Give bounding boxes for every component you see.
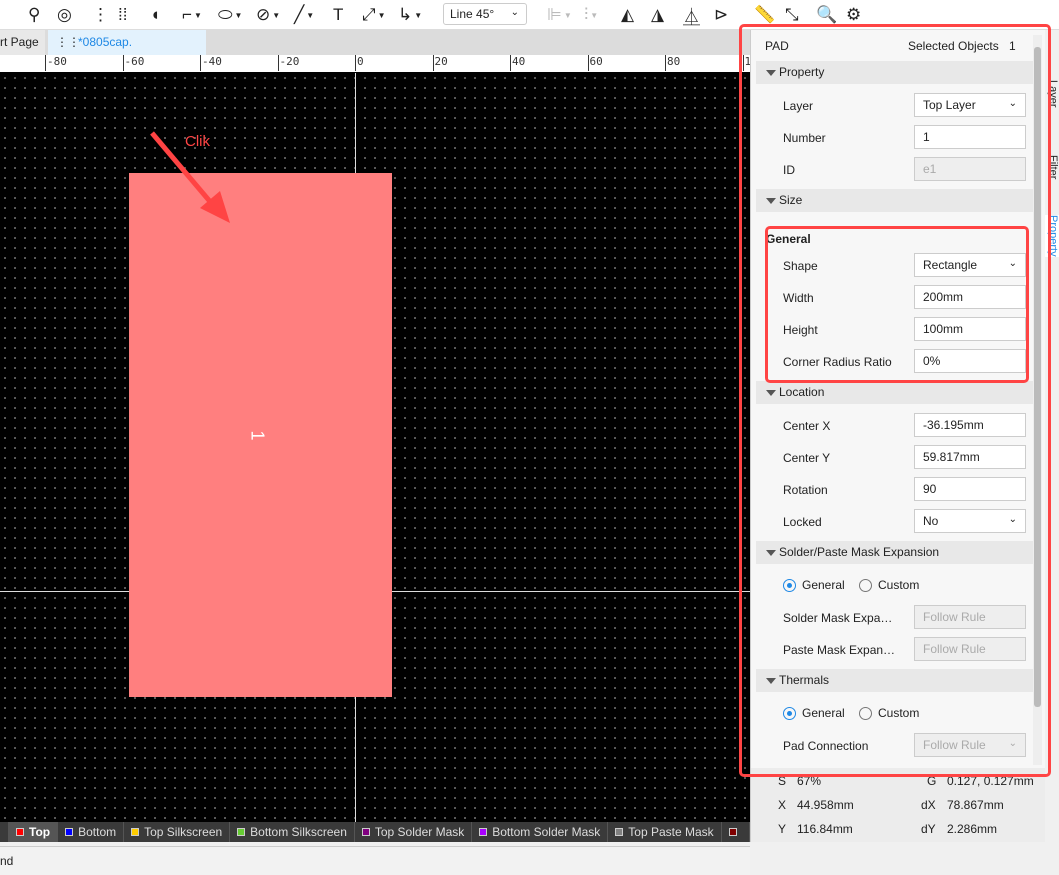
layer-color-swatch — [361, 828, 370, 836]
footprint-icon: ⋮⋮ — [56, 35, 80, 49]
layer-color-swatch — [728, 828, 737, 836]
pcb-canvas[interactable]: 1 Clik — [0, 73, 750, 822]
bottom-bar: nd — [0, 846, 750, 875]
layer-color-swatch — [131, 828, 140, 836]
tab-0805cap[interactable]: ⋮⋮ *0805cap. — [48, 30, 206, 55]
distribute-icon[interactable]: ⫶ ▼ — [584, 4, 598, 26]
flip-horizontal-icon[interactable]: ⏅ — [683, 4, 700, 27]
dy-value: 2.286mm — [947, 822, 998, 836]
highlight-size-box — [765, 226, 1029, 383]
flip-vertical-icon[interactable]: ⊳ — [714, 4, 728, 26]
settings-gear-icon[interactable]: ⚙ — [846, 4, 861, 26]
chevron-down-icon: ⌄ — [510, 7, 519, 18]
document-tabs: rt Page ⋮⋮ *0805cap. — [0, 30, 750, 55]
snap-mode-select[interactable]: Line 45° ⌄ — [443, 3, 527, 25]
layer-tabs: Top Bottom Top Silkscreen Bottom Silkscreen… — [0, 822, 750, 842]
layer-name: Bottom Silkscreen — [250, 825, 347, 839]
ruler-tick: 40 — [510, 55, 525, 71]
layer-scroll-left[interactable] — [0, 822, 9, 842]
align-icon[interactable]: ⊫ ▼ — [547, 4, 572, 26]
rotate-right-icon[interactable]: ◮ — [651, 4, 664, 26]
measure-icon[interactable]: 📏 — [754, 4, 775, 26]
layer-color-swatch — [615, 828, 624, 836]
circle-tool-icon[interactable]: ⊘ ▼ — [256, 4, 280, 26]
layer-tab[interactable]: Top Silkscreen — [124, 822, 231, 842]
layer-tab[interactable]: Bottom Solder Mask — [472, 822, 609, 842]
line-tool-icon[interactable]: ╱ ▼ — [294, 4, 314, 26]
text-tool-icon[interactable]: T — [333, 4, 343, 26]
layer-name: Top Solder Mask — [374, 825, 465, 839]
origin-tool-icon[interactable]: ↳ ▼ — [398, 4, 422, 26]
layer-name: Bottom Solder Mask — [492, 825, 601, 839]
inspect-icon[interactable]: 🔍 — [816, 4, 837, 26]
ruler-tick: 20 — [432, 55, 448, 71]
hole-tool-icon[interactable]: ⋮ — [92, 4, 109, 26]
layer-name: Top Paste Mask — [628, 825, 714, 839]
layer-tab[interactable]: Top Paste Mask — [608, 822, 722, 842]
solid-region-icon[interactable]: ◖ — [150, 4, 160, 26]
layer-name: Top Silkscreen — [144, 825, 223, 839]
layer-color-swatch — [65, 828, 74, 836]
ruler-tick: 0 — [355, 55, 364, 71]
ellipse-tool-icon[interactable]: ⬭ ▼ — [218, 4, 242, 26]
layer-color-swatch — [479, 828, 488, 836]
y-label: Y — [778, 822, 787, 836]
layer-color-swatch — [16, 828, 24, 836]
ruler-tick: 60 — [587, 55, 603, 71]
x-label: X — [778, 798, 787, 812]
highlight-panel-box — [739, 24, 1051, 777]
layer-tab[interactable]: Top — [9, 822, 59, 842]
ruler-tick: 80 — [665, 55, 680, 71]
pad-number: 1 — [247, 430, 268, 441]
ruler-tick: -40 — [200, 55, 222, 71]
pad-tool-icon[interactable]: ⚲ — [28, 4, 40, 26]
dx-label: dX — [921, 798, 936, 812]
annotation-text: Clik — [185, 133, 210, 150]
status-area: S 67% G 0.127, 0.127mm X 44.958mm dX 78.… — [751, 768, 1045, 842]
multi-hole-tool-icon[interactable]: ⁞⁞ — [118, 4, 127, 26]
polygon-tool-icon[interactable]: ⌐ ▼ — [182, 4, 202, 26]
layer-tab[interactable]: Top Solder Mask — [355, 822, 473, 842]
y-value: 116.84mm — [797, 822, 853, 836]
ruler-tick: -20 — [277, 55, 299, 71]
dy-label: dY — [921, 822, 936, 836]
connect-icon[interactable]: ⤡ — [785, 4, 799, 26]
ruler-tick: -80 — [45, 55, 67, 71]
x-value: 44.958mm — [797, 798, 854, 812]
tab-label: *0805cap. — [78, 35, 133, 49]
horizontal-ruler: -140-120-100-80-60-40-200204060801001201… — [0, 55, 750, 73]
layer-name: Bottom — [78, 825, 117, 839]
layer-tab[interactable]: Bottom — [58, 822, 125, 842]
layer-tab[interactable]: Bottom Silkscreen — [230, 822, 355, 842]
ruler-tick: -60 — [122, 55, 144, 71]
tab-start-page[interactable]: rt Page — [0, 30, 45, 55]
dimension-tool-icon[interactable]: ⤢ ▼ — [362, 4, 386, 26]
layer-tab[interactable] — [722, 822, 750, 842]
layer-name: Top — [29, 825, 51, 839]
snap-mode-value: Line 45° — [450, 7, 495, 21]
layer-color-swatch — [237, 828, 246, 836]
bottom-text: nd — [0, 854, 14, 868]
via-tool-icon[interactable]: ◎ — [57, 4, 72, 26]
rotate-left-icon[interactable]: ◭ — [621, 4, 634, 26]
dx-value: 78.867mm — [947, 798, 1004, 812]
